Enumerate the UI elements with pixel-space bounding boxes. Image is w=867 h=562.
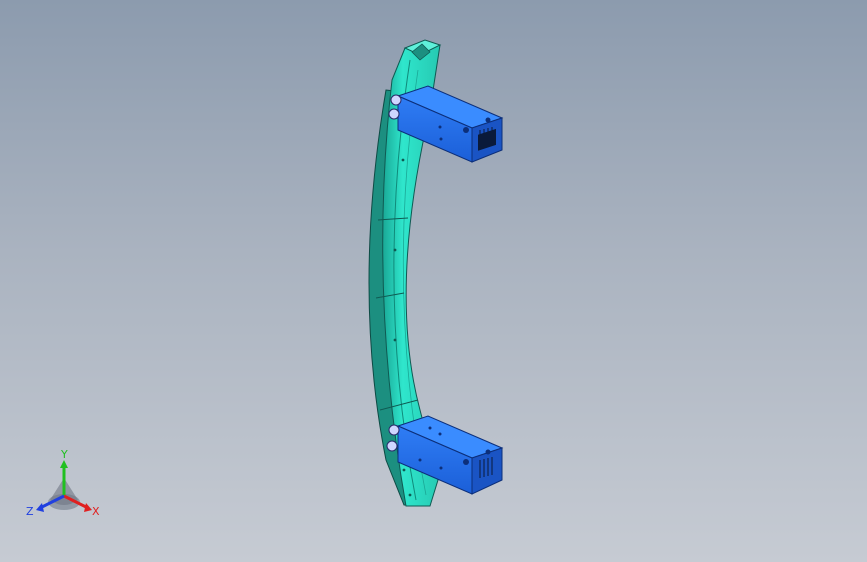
y-axis-label: Y [60, 448, 68, 461]
z-axis-label: Z [26, 505, 34, 518]
orientation-triad[interactable]: Y X Z [24, 448, 104, 520]
model-canvas[interactable] [0, 0, 867, 562]
3d-viewport[interactable]: Y X Z [0, 0, 867, 562]
x-axis-label: X [92, 505, 100, 518]
axis-triad-icon: Y X Z [26, 448, 100, 518]
